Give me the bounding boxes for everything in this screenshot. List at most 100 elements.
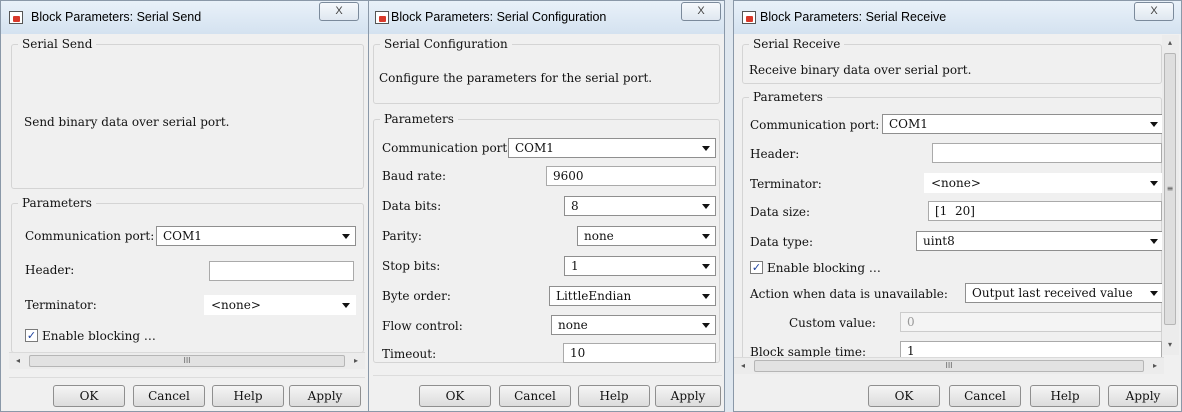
comm-port-value: COM1	[163, 229, 202, 243]
cancel-button[interactable]: Cancel	[133, 385, 205, 407]
window-title: Block Parameters: Serial Configuration	[391, 10, 607, 24]
chevron-down-icon	[342, 303, 350, 308]
scroll-grip-icon: ≡	[1166, 184, 1174, 193]
chevron-down-icon	[702, 146, 710, 151]
custom-value-label: Custom value:	[789, 316, 876, 330]
help-button[interactable]: Help	[1030, 385, 1100, 407]
chevron-down-icon	[702, 234, 710, 239]
ok-button[interactable]: OK	[419, 385, 491, 407]
scroll-left-icon[interactable]: ◂	[11, 355, 25, 367]
simulink-app-icon	[742, 11, 756, 24]
description-group: Serial Receive Receive binary data over …	[742, 37, 1162, 84]
comm-port-label: Communication port:	[382, 141, 512, 155]
enable-blocking-label: Enable blocking …	[767, 261, 881, 275]
comm-port-label: Communication port:	[750, 118, 880, 132]
terminator-dropdown[interactable]: <none>	[204, 295, 356, 315]
ok-button[interactable]: OK	[868, 385, 940, 407]
parity-label: Parity:	[382, 229, 422, 243]
block-description: Send binary data over serial port.	[24, 115, 230, 129]
serial-configuration-dialog: Block Parameters: Serial Configuration X…	[368, 0, 725, 412]
action-unavailable-value: Output last received value	[972, 286, 1133, 300]
apply-button[interactable]: Apply	[655, 385, 721, 407]
title-bar[interactable]: Block Parameters: Serial Receive X	[734, 1, 1181, 34]
simulink-app-icon	[375, 11, 389, 24]
chevron-down-icon	[702, 204, 710, 209]
header-field[interactable]	[932, 143, 1162, 163]
chevron-down-icon	[1150, 291, 1158, 296]
scroll-left-icon[interactable]: ◂	[736, 360, 750, 372]
chevron-down-icon	[702, 294, 710, 299]
close-button[interactable]: X	[681, 2, 721, 21]
description-group: Serial Send Send binary data over serial…	[11, 37, 364, 189]
data-bits-value: 8	[571, 199, 579, 213]
data-bits-label: Data bits:	[382, 199, 442, 213]
help-button[interactable]: Help	[212, 385, 284, 407]
data-type-dropdown[interactable]: uint8	[916, 231, 1164, 251]
scroll-thumb[interactable]: III	[754, 360, 1144, 372]
cancel-button[interactable]: Cancel	[949, 385, 1021, 407]
action-unavailable-label: Action when data is unavailable:	[750, 287, 948, 301]
custom-value-field[interactable]: 0	[900, 312, 1162, 332]
byte-order-label: Byte order:	[382, 289, 451, 303]
terminator-dropdown[interactable]: <none>	[924, 173, 1164, 193]
help-button[interactable]: Help	[578, 385, 650, 407]
data-size-field[interactable]: [1 20]	[928, 201, 1162, 221]
data-size-label: Data size:	[750, 205, 811, 219]
vertical-scrollbar[interactable]: ▴ ≡ ▾	[1162, 35, 1179, 355]
header-label: Header:	[750, 147, 800, 161]
comm-port-dropdown[interactable]: COM1	[156, 226, 356, 246]
ok-button[interactable]: OK	[53, 385, 125, 407]
cancel-button[interactable]: Cancel	[499, 385, 571, 407]
flow-control-dropdown[interactable]: none	[551, 315, 716, 335]
comm-port-label: Communication port:	[25, 229, 155, 243]
divider	[373, 375, 722, 376]
comm-port-dropdown[interactable]: COM1	[882, 114, 1164, 134]
scroll-thumb[interactable]: III	[29, 355, 345, 367]
apply-button[interactable]: Apply	[289, 385, 361, 407]
enable-blocking-label: Enable blocking …	[42, 329, 156, 343]
chevron-down-icon	[702, 323, 710, 328]
comm-port-dropdown[interactable]: COM1	[508, 138, 716, 158]
byte-order-dropdown[interactable]: LittleEndian	[549, 286, 716, 306]
stop-bits-label: Stop bits:	[382, 259, 441, 273]
flow-control-value: none	[558, 318, 588, 332]
horizontal-scrollbar[interactable]: ◂ III ▸	[734, 357, 1164, 374]
apply-button[interactable]: Apply	[1108, 385, 1178, 407]
timeout-field[interactable]: 10	[563, 343, 716, 363]
enable-blocking-checkbox[interactable]: ✓	[750, 261, 763, 274]
close-button[interactable]: X	[1134, 2, 1174, 21]
byte-order-value: LittleEndian	[556, 289, 632, 303]
comm-port-value: COM1	[515, 141, 554, 155]
group-title: Serial Send	[18, 37, 97, 51]
scroll-right-icon[interactable]: ▸	[1148, 360, 1162, 372]
parameters-title: Parameters	[749, 90, 827, 104]
parity-dropdown[interactable]: none	[577, 226, 716, 246]
chevron-down-icon	[342, 234, 350, 239]
chevron-down-icon	[1150, 181, 1158, 186]
baud-rate-field[interactable]: 9600	[546, 166, 716, 186]
terminator-value: <none>	[931, 176, 981, 190]
baud-rate-label: Baud rate:	[382, 169, 447, 183]
scroll-down-icon[interactable]: ▾	[1163, 339, 1177, 351]
stop-bits-dropdown[interactable]: 1	[564, 256, 716, 276]
title-bar[interactable]: Block Parameters: Serial Send X	[1, 1, 369, 34]
terminator-label: Terminator:	[750, 177, 822, 191]
timeout-label: Timeout:	[382, 347, 437, 361]
simulink-app-icon	[9, 11, 23, 24]
data-type-value: uint8	[923, 234, 955, 248]
window-title: Block Parameters: Serial Receive	[760, 10, 947, 24]
header-field[interactable]	[209, 261, 354, 281]
group-title: Serial Configuration	[380, 37, 512, 51]
scroll-up-icon[interactable]: ▴	[1163, 37, 1177, 49]
scroll-right-icon[interactable]: ▸	[349, 355, 363, 367]
data-bits-dropdown[interactable]: 8	[564, 196, 716, 216]
title-bar[interactable]: Block Parameters: Serial Configuration X	[369, 1, 724, 34]
horizontal-scrollbar[interactable]: ◂ III ▸	[9, 352, 365, 369]
serial-receive-dialog: Block Parameters: Serial Receive X Seria…	[733, 0, 1182, 412]
close-button[interactable]: X	[319, 2, 359, 21]
action-unavailable-dropdown[interactable]: Output last received value	[965, 283, 1164, 303]
flow-control-label: Flow control:	[382, 319, 463, 333]
description-group: Serial Configuration Configure the param…	[373, 37, 720, 104]
window-title: Block Parameters: Serial Send	[31, 10, 202, 24]
enable-blocking-checkbox[interactable]: ✓	[25, 329, 38, 342]
